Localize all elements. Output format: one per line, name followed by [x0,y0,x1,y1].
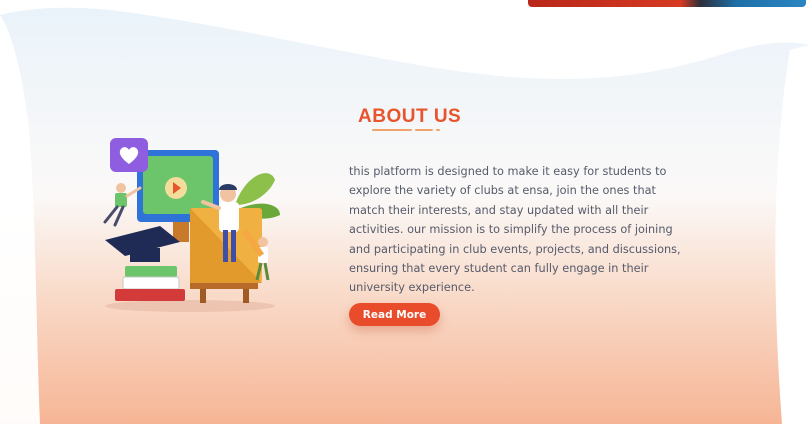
title-underline-dot [415,129,433,131]
about-description: this platform is designed to make it eas… [349,165,681,295]
title-underline-dot [436,129,440,131]
read-more-button[interactable]: Read More [349,303,440,326]
about-illustration [103,138,280,312]
about-title: ABOUT US [358,106,462,127]
heart-icon [110,138,148,172]
title-underline [372,129,412,131]
about-page: ABOUT US this platform is designed to ma… [0,0,809,424]
